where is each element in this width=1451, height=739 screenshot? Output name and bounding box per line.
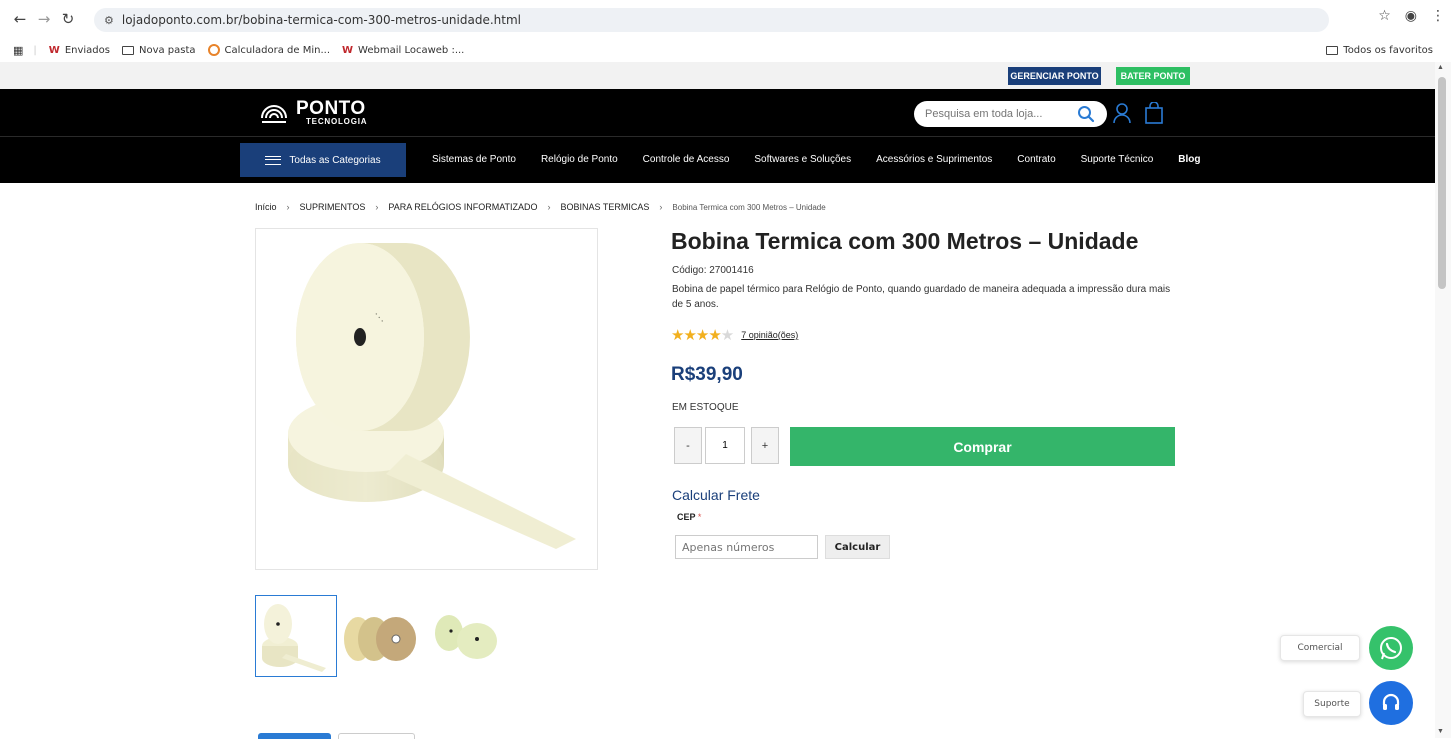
breadcrumb-inicio[interactable]: Início <box>255 202 277 212</box>
bater-ponto-button[interactable]: BATER PONTO <box>1116 67 1190 85</box>
comercial-chat-label[interactable]: Comercial <box>1280 635 1360 661</box>
site-header <box>0 89 1435 136</box>
nav-acessorios-e-suprimentos[interactable]: Acessórios e Suprimentos <box>876 154 992 165</box>
locaweb-icon: W <box>48 44 60 56</box>
nav-relogio-de-ponto[interactable]: Relógio de Ponto <box>541 154 618 165</box>
quantity-input[interactable] <box>705 427 745 464</box>
nav-softwares-e-solucoes[interactable]: Softwares e Soluções <box>754 154 851 165</box>
chevron-right-icon: › <box>375 202 379 212</box>
locaweb-icon: W <box>342 44 354 56</box>
folder-icon <box>121 45 134 55</box>
bookmark-calculadora[interactable]: Calculadora de Min... <box>207 44 330 56</box>
tab-description[interactable] <box>258 733 331 739</box>
nav-blog[interactable]: Blog <box>1178 154 1200 165</box>
all-categories-button[interactable]: Todas as Categorias <box>240 143 406 177</box>
gerenciar-ponto-button[interactable]: GERENCIAR PONTO <box>1008 67 1101 85</box>
thumbnail-image <box>344 617 416 661</box>
breadcrumb-bobinas[interactable]: BOBINAS TERMICAS <box>561 202 650 212</box>
thermal-roll-image: • • • <box>288 243 576 549</box>
fingerprint-logo-icon <box>261 105 287 123</box>
nav-contrato[interactable]: Contrato <box>1017 154 1055 165</box>
back-icon[interactable]: ← <box>8 7 32 31</box>
user-icon[interactable] <box>1112 102 1132 124</box>
top-strip <box>0 62 1435 89</box>
shipping-calc-title: Calcular Frete <box>672 487 760 503</box>
search-icon[interactable] <box>1077 105 1095 123</box>
address-bar[interactable]: ⚙ lojadoponto.com.br/bobina-termica-com-… <box>94 8 1329 32</box>
chevron-right-icon: › <box>547 202 551 212</box>
reload-icon[interactable]: ↻ <box>56 7 80 31</box>
clock-icon <box>207 44 220 56</box>
thumbnail-3[interactable] <box>425 595 507 677</box>
breadcrumb-suprimentos[interactable]: SUPRIMENTOS <box>300 202 366 212</box>
browser-toolbar: ← → ↻ ⚙ lojadoponto.com.br/bobina-termic… <box>0 0 1451 38</box>
bookmark-enviados[interactable]: W Enviados <box>49 45 110 56</box>
forward-icon[interactable]: → <box>32 7 56 31</box>
breadcrumb-relogios[interactable]: PARA RELÓGIOS INFORMATIZADO <box>388 202 537 212</box>
thumbnail-strip <box>255 595 507 677</box>
profile-icon[interactable]: ◉ <box>1405 8 1417 24</box>
scroll-up-icon[interactable]: ▲ <box>1437 64 1444 71</box>
site-logo[interactable]: PONTO TECNOLOGIA <box>258 96 367 128</box>
apps-grid-icon[interactable]: ▦ <box>13 44 23 57</box>
search-input[interactable] <box>925 108 1075 120</box>
quantity-decrease-button[interactable]: - <box>674 427 702 464</box>
chevron-right-icon: › <box>286 202 290 212</box>
thumbnail-image <box>262 604 326 672</box>
stock-status: EM ESTOQUE <box>672 402 739 413</box>
chevron-right-icon: › <box>659 202 663 212</box>
whatsapp-icon[interactable] <box>1369 626 1413 670</box>
folder-icon <box>1326 45 1339 55</box>
thumbnail-2[interactable] <box>340 595 422 677</box>
cep-label: CEP * <box>677 512 702 522</box>
thumbnail-image <box>435 615 497 659</box>
nav-sistemas-de-ponto[interactable]: Sistemas de Ponto <box>432 154 516 165</box>
product-description: Bobina de papel térmico para Relógio de … <box>672 284 1171 310</box>
menu-icon[interactable]: ⋮ <box>1431 8 1445 24</box>
bookmarks-bar: ▦ | W Enviados Nova pasta Calculadora de … <box>0 38 1451 62</box>
calculate-shipping-button[interactable]: Calcular <box>825 535 890 559</box>
product-main-image[interactable]: • • • <box>255 228 598 570</box>
shopping-bag-icon[interactable] <box>1144 102 1164 124</box>
breadcrumb-current: Bobina Termica com 300 Metros – Unidade <box>672 202 826 212</box>
nav-controle-de-acesso[interactable]: Controle de Acesso <box>643 154 730 165</box>
nav-suporte-tecnico[interactable]: Suporte Técnico <box>1081 154 1154 165</box>
hamburger-icon <box>265 155 282 165</box>
site-settings-icon[interactable]: ⚙ <box>104 14 114 27</box>
tab-reviews[interactable] <box>338 733 415 739</box>
product-code: Código: 27001416 <box>672 265 754 276</box>
product-title: Bobina Termica com 300 Metros – Unidade <box>671 228 1139 254</box>
star-rating-icon: ★★★★★ <box>671 326 734 344</box>
url-text: lojadoponto.com.br/bobina-termica-com-30… <box>121 13 521 27</box>
logo-subtitle: TECNOLOGIA <box>306 116 368 126</box>
bookmark-star-icon[interactable]: ☆ <box>1378 8 1391 24</box>
cep-input[interactable] <box>675 535 818 559</box>
scrollbar-thumb[interactable] <box>1438 77 1446 289</box>
bookmark-webmail[interactable]: W Webmail Locaweb :... <box>342 45 464 56</box>
all-favorites[interactable]: Todos os favoritos <box>1326 45 1433 56</box>
nav-links: Sistemas de Ponto Relógio de Ponto Contr… <box>432 136 1226 183</box>
suporte-chat-label[interactable]: Suporte <box>1303 691 1361 717</box>
logo-title: PONTO <box>296 97 366 119</box>
product-price: R$39,90 <box>671 364 743 385</box>
search-box <box>914 101 1107 127</box>
breadcrumb: Início › SUPRIMENTOS › PARA RELÓGIOS INF… <box>255 202 826 212</box>
bookmark-nova-pasta[interactable]: Nova pasta <box>121 45 196 56</box>
reviews-link[interactable]: 7 opinião(ões) <box>741 330 798 340</box>
buy-button[interactable]: Comprar <box>790 427 1175 466</box>
quantity-increase-button[interactable]: + <box>751 427 779 464</box>
headset-icon[interactable] <box>1369 681 1413 725</box>
thumbnail-1[interactable] <box>255 595 337 677</box>
scroll-down-icon[interactable]: ▼ <box>1437 728 1444 735</box>
product-rating: ★★★★★ 7 opinião(ões) <box>671 326 798 344</box>
